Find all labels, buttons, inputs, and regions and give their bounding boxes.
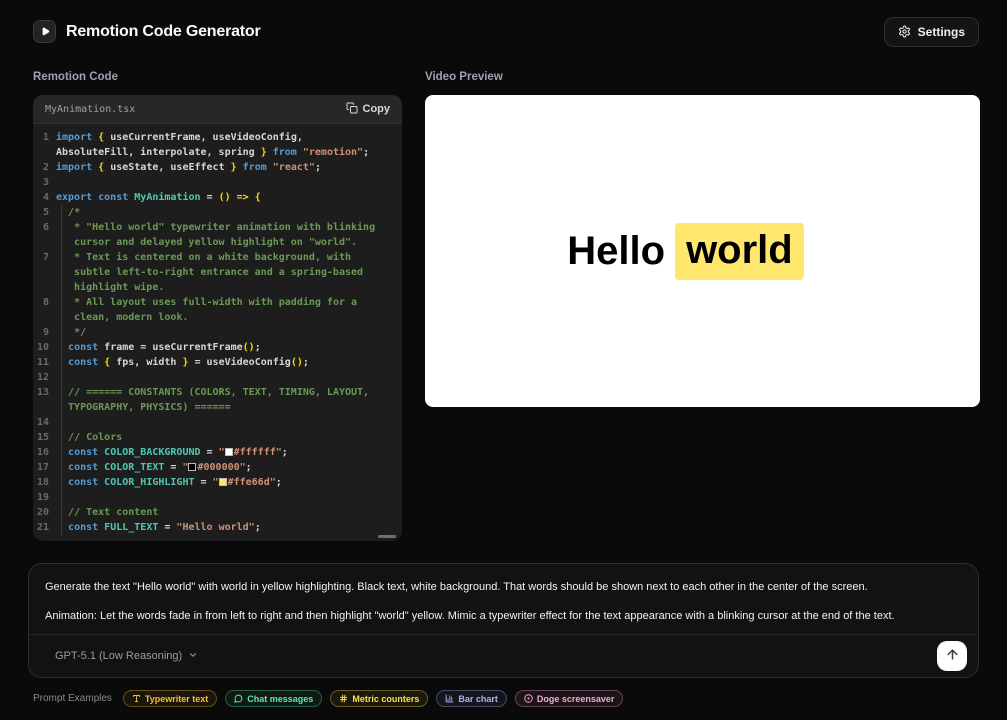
chat-icon [234, 694, 243, 703]
line-number: 20 [33, 505, 49, 520]
color-swatch [225, 448, 233, 456]
code-section-label: Remotion Code [33, 71, 402, 86]
example-pill-doge-screensaver[interactable]: Doge screensaver [515, 690, 624, 707]
copy-button[interactable]: Copy [346, 102, 391, 117]
code-line: 8 * All layout uses full-width with padd… [33, 295, 402, 325]
prompt-examples-label: Prompt Examples [33, 693, 112, 704]
preview-text: Hello world [567, 223, 803, 280]
page-title: Remotion Code Generator [66, 23, 261, 41]
prompt-paragraph: Animation: Let the words fade in from le… [45, 608, 962, 624]
brand: Remotion Code Generator [33, 20, 261, 43]
line-number: 2 [33, 160, 49, 175]
main-content: Remotion Code MyAnimation.tsx Copy [33, 71, 980, 541]
preview-column: Video Preview Hello world [425, 71, 980, 541]
line-number: 17 [33, 460, 49, 475]
pills-container: Typewriter text Chat messages Metric count… [123, 690, 624, 707]
line-number: 12 [33, 370, 49, 385]
line-number: 7 [33, 250, 49, 295]
line-number: 9 [33, 325, 49, 340]
code-line: 1import { useCurrentFrame, useVideoConfi… [33, 130, 402, 160]
line-number: 13 [33, 385, 49, 415]
bar-chart-icon [445, 694, 454, 703]
code-line: 15 // Colors [33, 430, 402, 445]
prompt-box: Generate the text "Hello world" with wor… [28, 563, 979, 678]
code-line: 14 [33, 415, 402, 430]
video-preview: Hello world [425, 95, 980, 407]
model-selector-label: GPT-5.1 (Low Reasoning) [55, 650, 182, 662]
code-panel-header: MyAnimation.tsx Copy [33, 95, 402, 124]
hash-icon [339, 694, 348, 703]
pill-label: Bar chart [458, 694, 498, 704]
code-line: 20 // Text content [33, 505, 402, 520]
line-number: 15 [33, 430, 49, 445]
arrow-up-icon [945, 647, 960, 665]
line-number: 16 [33, 445, 49, 460]
line-number: 1 [33, 130, 49, 160]
prompt-paragraph: Generate the text "Hello world" with wor… [45, 579, 962, 595]
code-line: 6 * "Hello world" typewriter animation w… [33, 220, 402, 250]
disc-icon [524, 694, 533, 703]
code-line: 21 const FULL_TEXT = "Hello world"; [33, 520, 402, 535]
code-line: 11 const { fps, width } = useVideoConfig… [33, 355, 402, 370]
prompt-footer: GPT-5.1 (Low Reasoning) [29, 634, 978, 677]
horizontal-scrollbar[interactable] [378, 535, 396, 538]
code-line: 12 [33, 370, 402, 385]
code-line: 7 * Text is centered on a white backgrou… [33, 250, 402, 295]
code-line: 19 [33, 490, 402, 505]
code-line: 13 // ====== CONSTANTS (COLORS, TEXT, TI… [33, 385, 402, 415]
remotion-logo-icon [33, 20, 56, 43]
line-number: 21 [33, 520, 49, 535]
pill-label: Metric counters [352, 694, 419, 704]
line-number: 4 [33, 190, 49, 205]
code-editor[interactable]: 1import { useCurrentFrame, useVideoConfi… [33, 124, 402, 535]
code-line: 17 const COLOR_TEXT = "#000000"; [33, 460, 402, 475]
line-number: 8 [33, 295, 49, 325]
example-pill-typewriter-text[interactable]: Typewriter text [123, 690, 217, 707]
line-number: 11 [33, 355, 49, 370]
code-line: 9 */ [33, 325, 402, 340]
model-selector[interactable]: GPT-5.1 (Low Reasoning) [55, 650, 198, 663]
color-swatch [219, 478, 227, 486]
prompt-input[interactable]: Generate the text "Hello world" with wor… [29, 564, 978, 634]
line-number: 14 [33, 415, 49, 430]
preview-section-label: Video Preview [425, 71, 980, 86]
pill-label: Chat messages [247, 694, 313, 704]
header: Remotion Code Generator Settings [0, 0, 1007, 47]
type-icon [132, 694, 141, 703]
line-number: 19 [33, 490, 49, 505]
settings-button[interactable]: Settings [884, 17, 979, 47]
line-number: 18 [33, 475, 49, 490]
line-number: 3 [33, 175, 49, 190]
preview-highlighted-word: world [675, 223, 804, 280]
code-panel: MyAnimation.tsx Copy 1import { useCurren… [33, 95, 402, 541]
line-number: 6 [33, 220, 49, 250]
code-line: 16 const COLOR_BACKGROUND = "#ffffff"; [33, 445, 402, 460]
prompt-examples-row: Prompt Examples Typewriter text Chat mess… [33, 690, 979, 707]
copy-icon [346, 102, 358, 117]
app-window: Remotion Code Generator Settings Remotio… [0, 0, 1007, 720]
code-line: 5 /* [33, 205, 402, 220]
example-pill-metric-counters[interactable]: Metric counters [330, 690, 428, 707]
line-number: 10 [33, 340, 49, 355]
code-line: 2import { useState, useEffect } from "re… [33, 160, 402, 175]
example-pill-chat-messages[interactable]: Chat messages [225, 690, 322, 707]
code-line: 3 [33, 175, 402, 190]
code-line: 10 const frame = useCurrentFrame(); [33, 340, 402, 355]
example-pill-bar-chart[interactable]: Bar chart [436, 690, 507, 707]
code-line: 4export const MyAnimation = () => { [33, 190, 402, 205]
settings-button-label: Settings [918, 25, 965, 39]
code-column: Remotion Code MyAnimation.tsx Copy [33, 71, 402, 541]
chevron-down-icon [188, 650, 198, 663]
preview-plain-word: Hello [567, 229, 665, 274]
filename-label: MyAnimation.tsx [45, 104, 135, 115]
send-button[interactable] [937, 641, 967, 671]
color-swatch [188, 463, 196, 471]
line-number: 5 [33, 205, 49, 220]
pill-label: Typewriter text [145, 694, 208, 704]
copy-button-label: Copy [363, 103, 391, 115]
pill-label: Doge screensaver [537, 694, 615, 704]
code-line: 18 const COLOR_HIGHLIGHT = "#ffe66d"; [33, 475, 402, 490]
gear-icon [898, 25, 911, 38]
